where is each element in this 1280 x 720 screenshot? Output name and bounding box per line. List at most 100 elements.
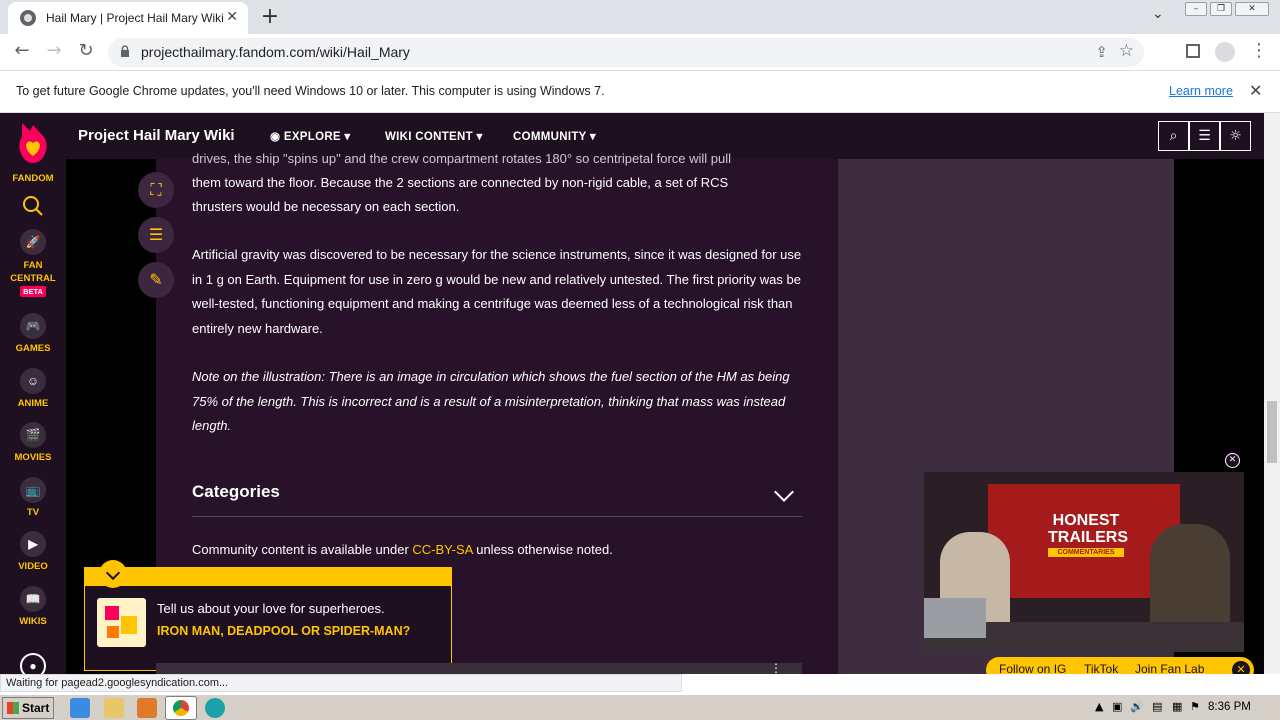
nav-explore-label: EXPLORE <box>283 131 341 143</box>
chevron-down-icon: ▾ <box>589 131 596 143</box>
nav-community[interactable]: COMMUNITY ▾ <box>513 129 596 143</box>
bookmark-star-icon[interactable]: ☆ <box>1119 41 1134 61</box>
collapse-chevron-icon[interactable] <box>99 560 127 588</box>
browser-tab[interactable]: Hail Mary | Project Hail Mary Wiki | Fan… <box>8 2 248 34</box>
logo-line: TRAILERS <box>1048 529 1128 546</box>
discussions-button[interactable]: ☰ <box>1189 121 1220 151</box>
fullscreen-button[interactable]: ⛶ <box>138 172 174 208</box>
rail-search[interactable] <box>0 195 66 220</box>
close-video-icon[interactable]: ✕ <box>1225 453 1240 468</box>
toc-button[interactable]: ☰ <box>138 217 174 253</box>
flag-icon[interactable]: ⚑ <box>1190 700 1200 713</box>
paragraph-line: them toward the floor. Because the 2 sec… <box>192 175 729 190</box>
nav-explore[interactable]: ◉ EXPLORE ▾ <box>270 129 350 143</box>
infobar-message: To get future Google Chrome updates, you… <box>16 84 605 98</box>
rail-item-label: VIDEO <box>18 561 48 572</box>
promo-header-bar <box>85 568 451 586</box>
chrome-menu-icon[interactable]: ⋮ <box>1250 40 1268 61</box>
close-window-button[interactable]: ✕ <box>1235 2 1269 16</box>
rail-item-wikis[interactable]: 📖 WIKIS <box>0 586 66 627</box>
rail-item-label: GAMES <box>15 343 51 354</box>
quiz-promo-card[interactable]: Tell us about your love for superheroes.… <box>84 560 452 671</box>
fandom-brand-label[interactable]: FANDOM <box>0 173 66 184</box>
rail-item-movies[interactable]: 🎬 MOVIES <box>0 422 66 463</box>
update-infobar: To get future Google Chrome updates, you… <box>0 71 1280 113</box>
tab-search-chevron-icon[interactable]: ⌄ <box>1152 6 1164 22</box>
more-options-icon[interactable]: ⋮ <box>770 661 782 674</box>
explorer-icon[interactable] <box>104 698 124 718</box>
address-bar[interactable]: projecthailmary.fandom.com/wiki/Hail_Mar… <box>108 38 1144 67</box>
tiktok-link[interactable]: TikTok <box>1084 662 1118 674</box>
fandom-global-nav: FANDOM 🚀 FAN CENTRAL BETA 🎮 GAMES ☺ ANIM… <box>0 113 66 674</box>
taskbar-clock[interactable]: 8:36 PM <box>1208 701 1251 713</box>
clapper-icon: 🎬 <box>20 422 46 448</box>
restore-button[interactable]: ❐ <box>1210 2 1232 16</box>
network-icon[interactable]: ▦ <box>1172 700 1182 713</box>
tab-bar: Hail Mary | Project Hail Mary Wiki | Fan… <box>0 0 1280 34</box>
search-icon[interactable] <box>22 195 44 217</box>
rocket-icon: 🚀 <box>20 229 46 255</box>
explore-icon: ◉ <box>270 131 284 143</box>
volume-icon[interactable]: 🔊 <box>1130 700 1144 713</box>
rail-item-video[interactable]: ▶ VIDEO <box>0 531 66 572</box>
next-section-edge <box>156 663 802 674</box>
scrollbar-thumb[interactable] <box>1267 401 1277 463</box>
tray-network-icon[interactable]: ▣ <box>1112 700 1122 713</box>
media-player-icon[interactable] <box>137 698 157 718</box>
rail-item-tv[interactable]: 📺 TV <box>0 477 66 518</box>
paragraph-note: Note on the illustration: There is an im… <box>192 369 790 433</box>
wiki-name[interactable]: Project Hail Mary Wiki <box>78 127 235 144</box>
status-bubble: Waiting for pagead2.googlesyndication.co… <box>0 674 682 692</box>
rail-item-games[interactable]: 🎮 GAMES <box>0 313 66 354</box>
web-page: FANDOM 🚀 FAN CENTRAL BETA 🎮 GAMES ☺ ANIM… <box>0 113 1280 674</box>
profile-avatar-icon[interactable] <box>1215 42 1235 62</box>
side-panel-icon[interactable] <box>1186 44 1200 58</box>
chevron-down-icon[interactable] <box>774 482 794 502</box>
video-player[interactable]: HONEST TRAILERS COMMENTARIES <box>924 472 1244 652</box>
license-text: unless otherwise noted. <box>472 542 613 557</box>
nav-wiki-content-label: WIKI CONTENT <box>385 131 473 143</box>
edit-button[interactable]: ✎ <box>138 262 174 298</box>
rail-item-anime[interactable]: ☺ ANIME <box>0 368 66 409</box>
reload-icon[interactable]: ↻ <box>74 40 98 61</box>
nav-community-label: COMMUNITY <box>513 131 587 143</box>
rail-account[interactable]: ● <box>0 653 66 674</box>
user-icon[interactable]: ● <box>20 653 46 674</box>
edge-icon[interactable] <box>205 698 225 718</box>
nav-wiki-content[interactable]: WIKI CONTENT ▾ <box>385 129 483 143</box>
lock-icon[interactable] <box>120 45 130 57</box>
new-tab-button[interactable]: + <box>258 4 282 29</box>
cc-by-sa-link[interactable]: CC-BY-SA <box>412 542 472 557</box>
book-icon: 📖 <box>20 586 46 612</box>
close-tab-icon[interactable]: ✕ <box>226 9 238 25</box>
start-button[interactable]: Start <box>2 697 54 719</box>
printer-icon[interactable]: ▤ <box>1152 700 1162 713</box>
page-scrollbar[interactable] <box>1264 113 1280 674</box>
forward-arrow-icon[interactable]: → <box>42 40 66 61</box>
globe-icon <box>20 10 36 26</box>
fandom-logo-icon[interactable] <box>16 121 50 165</box>
promo-answer[interactable]: IRON MAN, DEADPOOL OR SPIDER-MAN? <box>157 623 427 639</box>
theme-toggle-button[interactable]: ☼ <box>1220 121 1251 151</box>
tv-icon: 📺 <box>20 477 46 503</box>
join-fan-lab-link[interactable]: Join Fan Lab <box>1135 662 1204 674</box>
search-button[interactable]: ⌕ <box>1158 121 1189 151</box>
categories-heading[interactable]: Categories <box>192 482 280 502</box>
rail-item-fan-central[interactable]: 🚀 FAN CENTRAL BETA <box>0 229 66 297</box>
close-infobar-icon[interactable]: ✕ <box>1249 81 1262 100</box>
chat-icon: ☰ <box>1198 128 1211 144</box>
learn-more-link[interactable]: Learn more <box>1169 84 1233 98</box>
close-icon[interactable]: ✕ <box>1232 661 1250 674</box>
share-icon[interactable]: ⇪ <box>1095 43 1108 61</box>
chrome-taskbar-button[interactable] <box>165 696 197 720</box>
back-arrow-icon[interactable]: ← <box>10 40 34 61</box>
url-text[interactable]: projecthailmary.fandom.com/wiki/Hail_Mar… <box>141 44 410 60</box>
tray-expand-icon[interactable]: ▲ <box>1095 700 1103 713</box>
follow-ig-link[interactable]: Follow on IG <box>999 662 1066 674</box>
rail-item-label: WIKIS <box>19 616 47 627</box>
divider <box>192 516 802 517</box>
minimize-button[interactable]: – <box>1185 2 1207 16</box>
windows-taskbar: Start ▲ ▣ 🔊 ▤ ▦ ⚑ 8:36 PM <box>0 694 1280 720</box>
ie-icon[interactable] <box>70 698 90 718</box>
pencil-icon: ✎ <box>149 270 163 289</box>
